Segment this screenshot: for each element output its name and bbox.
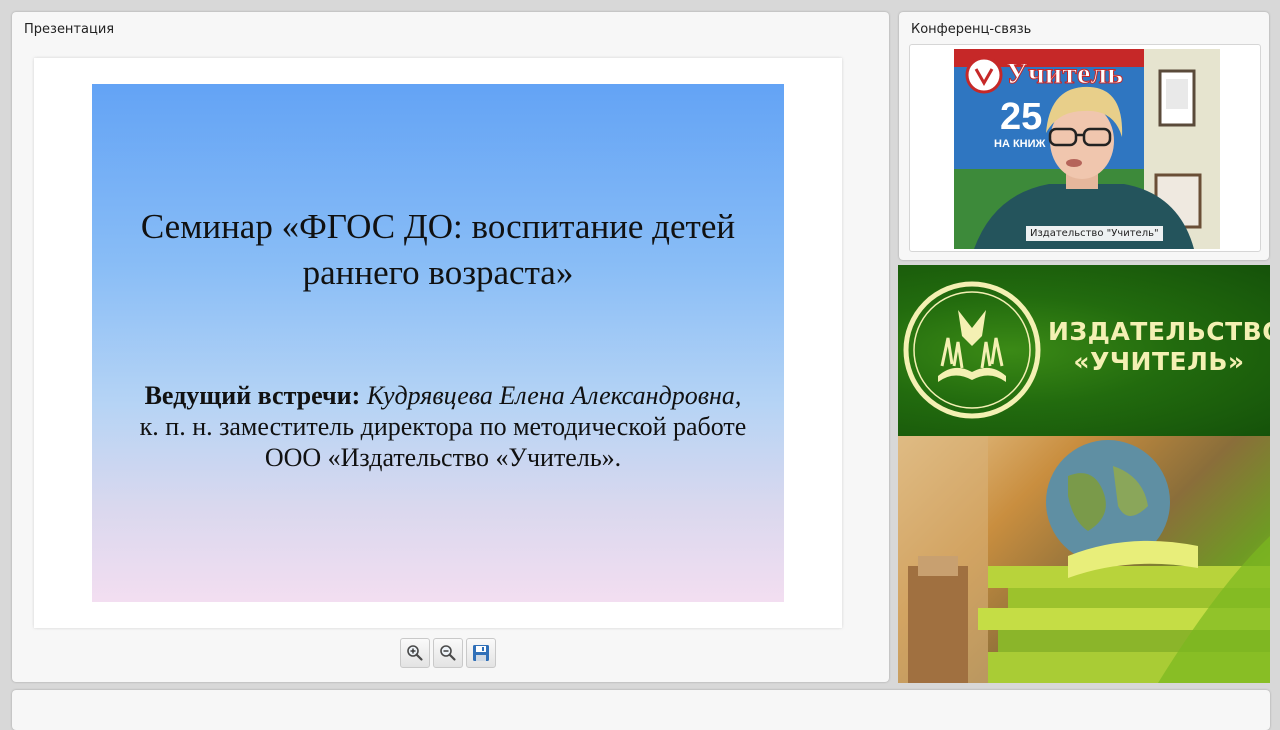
webcam-video[interactable]: Учитель 25 НА КНИЖ Издательство "Учитель… — [954, 49, 1220, 249]
slide-body: Ведущий встречи: Кудрявцева Елена Алекса… — [132, 380, 754, 473]
presentation-panel-title: Презентация — [24, 22, 115, 37]
banner-image — [898, 436, 1270, 683]
zoom-in-button[interactable] — [400, 638, 430, 668]
save-button[interactable] — [466, 638, 496, 668]
publisher-logo-icon — [903, 281, 1041, 419]
video-poster-logo-text: Учитель — [1006, 57, 1123, 90]
slide-host-details: к. п. н. заместитель директора по методи… — [139, 412, 747, 472]
conference-panel-title: Конференц-связь — [911, 22, 1032, 37]
zoom-in-icon — [407, 645, 423, 661]
banner-title: ИЗДАТЕЛЬСТВО «УЧИТЕЛЬ» — [1048, 317, 1270, 377]
books-globe-illustration — [898, 436, 1270, 683]
presentation-panel: Презентация Семинар «ФГОС ДО: воспитание… — [12, 12, 889, 682]
presentation-slide: Семинар «ФГОС ДО: воспитание детей ранне… — [92, 84, 784, 602]
save-icon — [473, 645, 489, 661]
bottom-panel — [12, 690, 1270, 730]
video-poster-subtext: НА КНИЖ — [994, 138, 1046, 150]
zoom-out-icon — [440, 645, 456, 661]
banner-header: ИЗДАТЕЛЬСТВО «УЧИТЕЛЬ» — [898, 265, 1270, 436]
slide-host-label: Ведущий встречи: — [144, 381, 361, 410]
conference-panel: Конференц-связь Учитель 25 НА КНИЖ Издат… — [899, 12, 1269, 260]
webcam-scene: Учитель 25 НА КНИЖ — [954, 49, 1220, 249]
video-participant-label: Издательство "Учитель" — [1026, 226, 1163, 241]
slide-viewport: Семинар «ФГОС ДО: воспитание детей ранне… — [34, 58, 842, 628]
banner-line-2: «УЧИТЕЛЬ» — [1073, 347, 1245, 376]
video-frame: Учитель 25 НА КНИЖ Издательство "Учитель… — [909, 44, 1261, 252]
video-poster-number: 25 — [1000, 96, 1042, 138]
publisher-banner: ИЗДАТЕЛЬСТВО «УЧИТЕЛЬ» — [898, 265, 1270, 683]
slide-host-name: Кудрявцева Елена Александровна, — [366, 381, 742, 410]
banner-line-1: ИЗДАТЕЛЬСТВО — [1048, 317, 1270, 346]
zoom-out-button[interactable] — [433, 638, 463, 668]
presentation-toolbar — [400, 638, 496, 668]
slide-title: Семинар «ФГОС ДО: воспитание детей ранне… — [140, 207, 736, 292]
